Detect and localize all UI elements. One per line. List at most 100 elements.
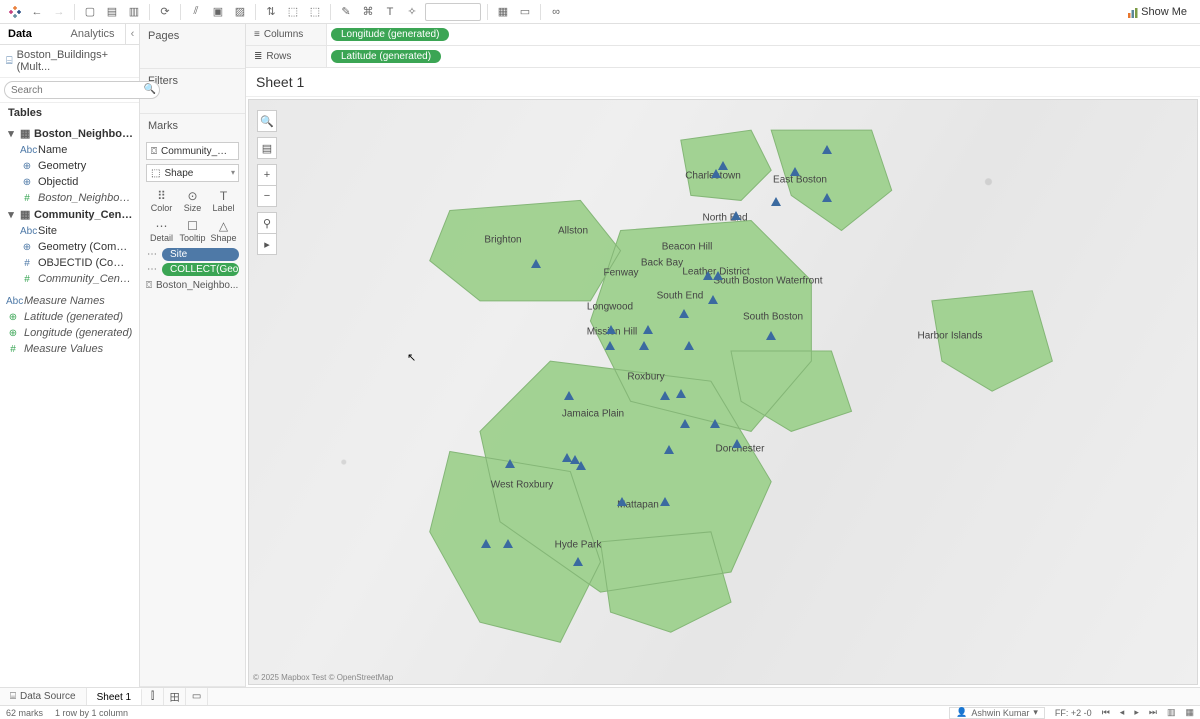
field-row[interactable]: #Boston_Neighborhood... [0,190,139,206]
nav-next-icon[interactable]: ▸ [1134,707,1139,718]
field-row[interactable]: ⊕Geometry [0,158,139,174]
back-icon[interactable]: ← [28,3,46,21]
community-center-marker[interactable] [679,309,689,318]
field-row[interactable]: ⊕Objectid [0,174,139,190]
community-center-marker[interactable] [703,271,713,280]
marks-layer-header[interactable]: ⌼ Community_Ce... [146,142,239,160]
new-worksheet-icon[interactable]: ⫿ [142,688,164,705]
table-header[interactable]: ▾ ▦ Community_Centers [0,206,139,223]
tab-data[interactable]: Data [0,24,63,44]
highlight-icon[interactable]: ✎ [337,3,355,21]
grid-icon[interactable]: ▦ [1185,707,1194,718]
group-icon[interactable]: ⌘ [359,3,377,21]
rows-pill[interactable]: Latitude (generated) [331,50,441,63]
community-center-marker[interactable] [576,461,586,470]
field-row[interactable]: ⊕Longitude (generated) [0,325,139,341]
pages-shelf[interactable] [140,48,245,68]
field-row[interactable]: #OBJECTID (Community... [0,255,139,271]
device-preview-icon[interactable]: ▭ [516,3,534,21]
pin-icon[interactable]: ✧ [403,3,421,21]
community-center-marker[interactable] [708,295,718,304]
community-center-marker[interactable] [790,167,800,176]
community-center-marker[interactable] [503,539,513,548]
field-row[interactable]: #Measure Values [0,341,139,357]
forward-icon[interactable]: → [50,3,68,21]
community-center-marker[interactable] [684,341,694,350]
community-center-marker[interactable] [711,169,721,178]
community-center-marker[interactable] [732,439,742,448]
swap-icon[interactable]: ⇅ [262,3,280,21]
rows-shelf[interactable]: ≣Rows Latitude (generated) [246,46,1200,68]
sheet-title[interactable]: Sheet 1 [246,68,1200,97]
field-row[interactable]: AbcSite [0,223,139,239]
marks-shape-button[interactable]: △Shape [208,216,239,246]
community-center-marker[interactable] [676,389,686,398]
community-center-marker[interactable] [531,259,541,268]
community-center-marker[interactable] [639,341,649,350]
marks-pill-collect[interactable]: COLLECT(Geo... [162,263,239,276]
nav-prev-icon[interactable]: ◂ [1120,707,1125,718]
tab-sheet-1[interactable]: Sheet 1 [87,688,142,705]
show-me-button[interactable]: Show Me [1120,3,1194,21]
community-center-marker[interactable] [606,325,616,334]
community-center-marker[interactable] [822,193,832,202]
new-story-icon[interactable]: ▭ [186,688,208,705]
refresh-icon[interactable]: ⟳ [156,3,174,21]
marks-label-button[interactable]: TLabel [208,186,239,216]
map-layers-icon[interactable]: ▤ [257,137,277,159]
mark-type-select[interactable]: ⬚ Shape ▾ [146,164,239,182]
field-row[interactable]: #Community_Centers... [0,271,139,287]
search-input[interactable] [4,81,160,99]
sort-asc-icon[interactable]: ⬚ [284,3,302,21]
autosave-icon[interactable]: ▥ [125,3,143,21]
map-search-icon[interactable]: 🔍 [257,110,277,132]
totals-icon[interactable]: T [381,3,399,21]
clear-icon[interactable]: ▨ [231,3,249,21]
community-center-marker[interactable] [660,391,670,400]
share-icon[interactable]: ∞ [547,3,565,21]
save-icon[interactable]: ▢ [81,3,99,21]
sort-desc-icon[interactable]: ⬚ [306,3,324,21]
columns-pill[interactable]: Longitude (generated) [331,28,449,41]
community-center-marker[interactable] [766,331,776,340]
marks-detail-button[interactable]: ⋯Detail [146,216,177,246]
new-dashboard-icon[interactable]: 田 [164,688,186,705]
field-row[interactable]: AbcMeasure Names [0,293,139,309]
map-expand-icon[interactable]: ▸ [257,233,277,255]
new-datasource-icon[interactable]: ▤ [103,3,121,21]
zoom-out-icon[interactable]: − [257,185,277,207]
nav-first-icon[interactable]: ⏮ [1102,707,1110,718]
community-center-marker[interactable] [481,539,491,548]
field-row[interactable]: ⊕Latitude (generated) [0,309,139,325]
marks-size-button[interactable]: ⊙Size [177,186,208,216]
community-center-marker[interactable] [710,419,720,428]
marks-color-button[interactable]: ⠿Color [146,186,177,216]
community-center-marker[interactable] [505,459,515,468]
tab-data-source[interactable]: ⌸ Data Source [0,688,87,705]
community-center-marker[interactable] [731,211,741,220]
presentation-icon[interactable]: ▦ [494,3,512,21]
community-center-marker[interactable] [771,197,781,206]
map-canvas[interactable]: CharlestownEast BostonNorth EndAllstonBr… [248,99,1198,685]
marks-layer-2[interactable]: ⌼ Boston_Neighbo... [146,280,239,291]
field-row[interactable]: ⊕Geometry (Community... [0,239,139,255]
community-center-marker[interactable] [660,497,670,506]
fit-selector[interactable] [425,3,481,21]
map-pin-icon[interactable]: ⚲ [257,212,277,234]
community-center-marker[interactable] [573,557,583,566]
field-row[interactable]: AbcName [0,142,139,158]
datasource-row[interactable]: ⌸ Boston_Buildings+ (Mult... [0,45,139,78]
filmstrip-icon[interactable]: ▥ [1167,707,1176,718]
community-center-marker[interactable] [713,271,723,280]
community-center-marker[interactable] [564,391,574,400]
tab-analytics[interactable]: Analytics [63,24,126,44]
community-center-marker[interactable] [643,325,653,334]
duplicate-icon[interactable]: ▣ [209,3,227,21]
new-worksheet-icon[interactable]: ⫽ [187,3,205,21]
columns-shelf[interactable]: ≡Columns Longitude (generated) [246,24,1200,46]
user-menu[interactable]: 👤 Ashwin Kumar ▾ [949,707,1045,719]
table-header[interactable]: ▾ ▦ Boston_Neighborhoods [0,125,139,142]
community-center-marker[interactable] [822,145,832,154]
collapse-pane-icon[interactable]: ‹ [125,24,139,44]
community-center-marker[interactable] [680,419,690,428]
